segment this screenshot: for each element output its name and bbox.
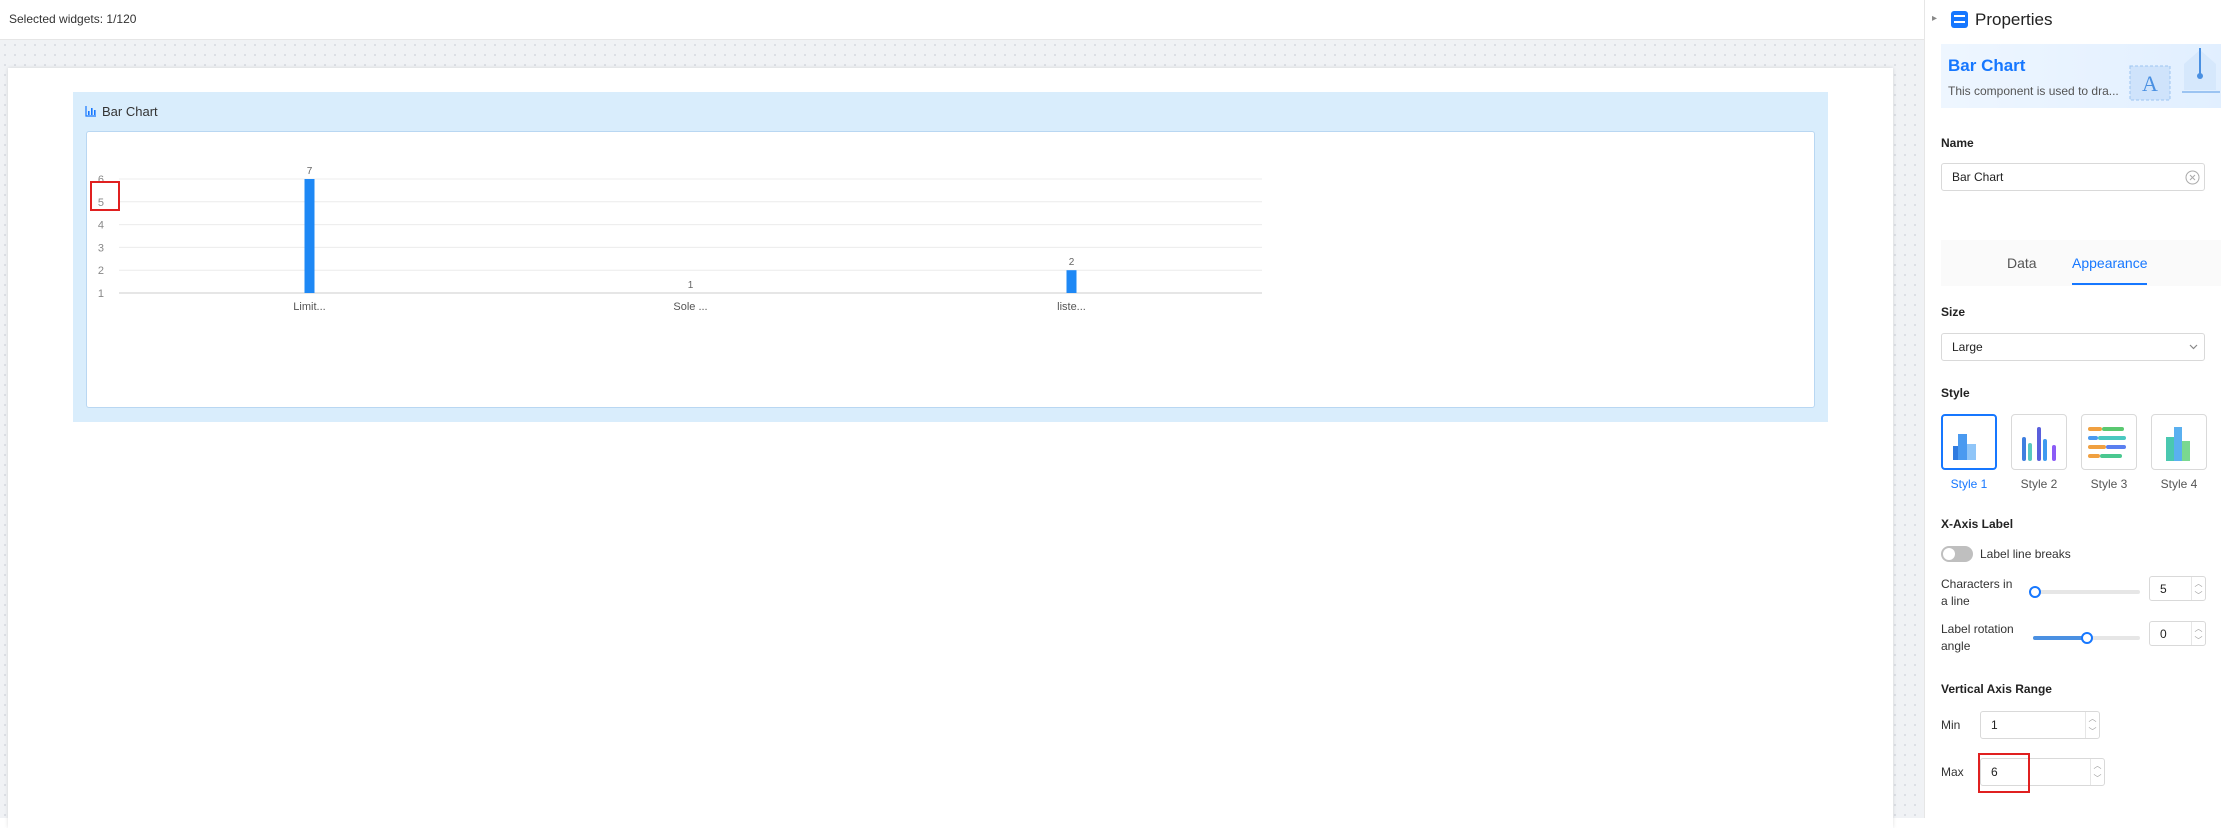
active-tab-indicator: [2072, 283, 2147, 285]
max-input[interactable]: 6 ︿ ﹀: [1980, 758, 2105, 786]
properties-panel: ▸ Properties Bar Chart This component is…: [1924, 0, 2221, 818]
data-label: 2: [1069, 257, 1075, 268]
y-tick-label: 4: [98, 220, 104, 232]
rotation-input[interactable]: 0 ︿ ﹀: [2149, 621, 2206, 646]
chars-input[interactable]: 5 ︿ ﹀: [2149, 576, 2206, 601]
chars-label-line2: a line: [1941, 594, 1970, 608]
x-tick-label: Limit...: [293, 301, 325, 313]
name-label: Name: [1941, 136, 1974, 150]
x-axis-label-heading: X-Axis Label: [1941, 517, 2014, 531]
chars-stepper[interactable]: ︿ ﹀: [2191, 577, 2205, 600]
style-3-label[interactable]: Style 3: [2074, 477, 2144, 491]
bar-chart: 1 2 3 4 5 6 7 Limit... 1 Sole ... 2 liste...: [98, 166, 1262, 313]
min-input[interactable]: 1 ︿ ﹀: [1980, 711, 2100, 739]
y-tick-label: 2: [98, 265, 104, 277]
rotation-stepper[interactable]: ︿ ﹀: [2191, 622, 2205, 645]
panel-header[interactable]: ▸ Properties: [1925, 0, 2221, 40]
widget-title: Bar Chart: [85, 102, 158, 120]
style-2-preview-icon: [2022, 427, 2056, 461]
chevron-down-icon: [2189, 344, 2198, 350]
style-4-label[interactable]: Style 4: [2144, 477, 2214, 491]
chart-area: 1 2 3 4 5 6 7 Limit... 1 Sole ... 2 liste...: [86, 131, 1815, 408]
panel-title: Properties: [1975, 10, 2053, 29]
style-2-label[interactable]: Style 2: [2004, 477, 2074, 491]
name-input[interactable]: Bar Chart: [1941, 163, 2205, 191]
chars-slider-handle[interactable]: [2029, 586, 2041, 598]
min-label: Min: [1941, 718, 1961, 732]
component-banner: Bar Chart This component is used to dra.…: [1941, 44, 2221, 108]
rotation-input-value: 0: [2160, 627, 2167, 641]
style-4-preview-icon: [2166, 427, 2190, 461]
clear-icon[interactable]: [2185, 170, 2200, 185]
y-tick-label: 1: [98, 288, 104, 300]
style-option-4[interactable]: [2151, 414, 2207, 470]
y-tick-label: 3: [98, 242, 104, 254]
rotation-label-line2: angle: [1941, 639, 1971, 653]
svg-text:A: A: [2142, 71, 2158, 96]
page-canvas[interactable]: Bar Chart 1 2 3 4 5 6 7 Limit... 1 Sole ... 2 liste…: [8, 68, 1893, 828]
tab-data[interactable]: Data: [2007, 255, 2037, 271]
style-1-preview-icon: [1953, 434, 1976, 460]
vertical-axis-range-heading: Vertical Axis Range: [1941, 682, 2052, 696]
max-label: Max: [1941, 765, 1964, 779]
bar-chart-widget[interactable]: Bar Chart 1 2 3 4 5 6 7 Limit... 1 Sole ... 2 liste…: [73, 92, 1828, 422]
chars-label-line1: Characters in: [1941, 577, 2013, 591]
bar: [1066, 270, 1077, 293]
min-stepper[interactable]: ︿ ﹀: [2085, 712, 2099, 738]
top-bar: Selected widgets: 1/120: [0, 0, 1924, 40]
component-description: This component is used to dra...: [1948, 84, 2119, 98]
properties-icon: [1951, 11, 1968, 28]
property-tabs: Data Appearance: [1941, 240, 2221, 286]
widget-title-text: Bar Chart: [102, 103, 158, 119]
min-input-value: 1: [1991, 718, 1998, 732]
rotation-slider-handle[interactable]: [2080, 632, 2093, 644]
max-input-value: 6: [1991, 765, 1998, 779]
style-option-2[interactable]: [2011, 414, 2067, 470]
size-select-value: Large: [1952, 340, 1983, 354]
label-line-breaks-text: Label line breaks: [1980, 547, 2071, 561]
bar-chart-icon: [85, 105, 96, 117]
text-illustration-icon: A: [2129, 48, 2220, 101]
data-label: 1: [688, 280, 694, 291]
x-tick-label: liste...: [1057, 301, 1086, 313]
chars-input-value: 5: [2160, 582, 2167, 596]
size-label: Size: [1941, 305, 1966, 319]
x-tick-label: Sole ...: [673, 301, 707, 313]
selected-widgets-count: Selected widgets: 1/120: [9, 12, 137, 26]
rotation-label-line1: Label rotation: [1941, 622, 2014, 636]
style-option-1[interactable]: [1941, 414, 1997, 470]
design-canvas[interactable]: Bar Chart 1 2 3 4 5 6 7 Limit... 1 Sole ... 2 liste…: [0, 40, 1924, 828]
data-label: 7: [307, 166, 313, 177]
chars-slider-track[interactable]: [2035, 590, 2140, 594]
tab-appearance[interactable]: Appearance: [2072, 255, 2148, 271]
bar: [304, 179, 315, 293]
style-1-label[interactable]: Style 1: [1934, 477, 2004, 491]
rotation-slider-fill: [2033, 636, 2087, 640]
component-title: Bar Chart: [1948, 56, 2026, 75]
y-tick-label: 6: [98, 174, 104, 186]
max-stepper[interactable]: ︿ ﹀: [2090, 759, 2104, 785]
style-option-3[interactable]: [2081, 414, 2137, 470]
style-3-preview-icon: [2088, 427, 2126, 458]
size-select[interactable]: Large: [1941, 333, 2205, 361]
style-label: Style: [1941, 386, 1970, 400]
caret-right-icon[interactable]: ▸: [1932, 13, 1937, 24]
label-line-breaks-toggle[interactable]: [1941, 546, 1973, 562]
name-input-value: Bar Chart: [1952, 170, 2004, 184]
y-tick-label: 5: [98, 197, 104, 209]
